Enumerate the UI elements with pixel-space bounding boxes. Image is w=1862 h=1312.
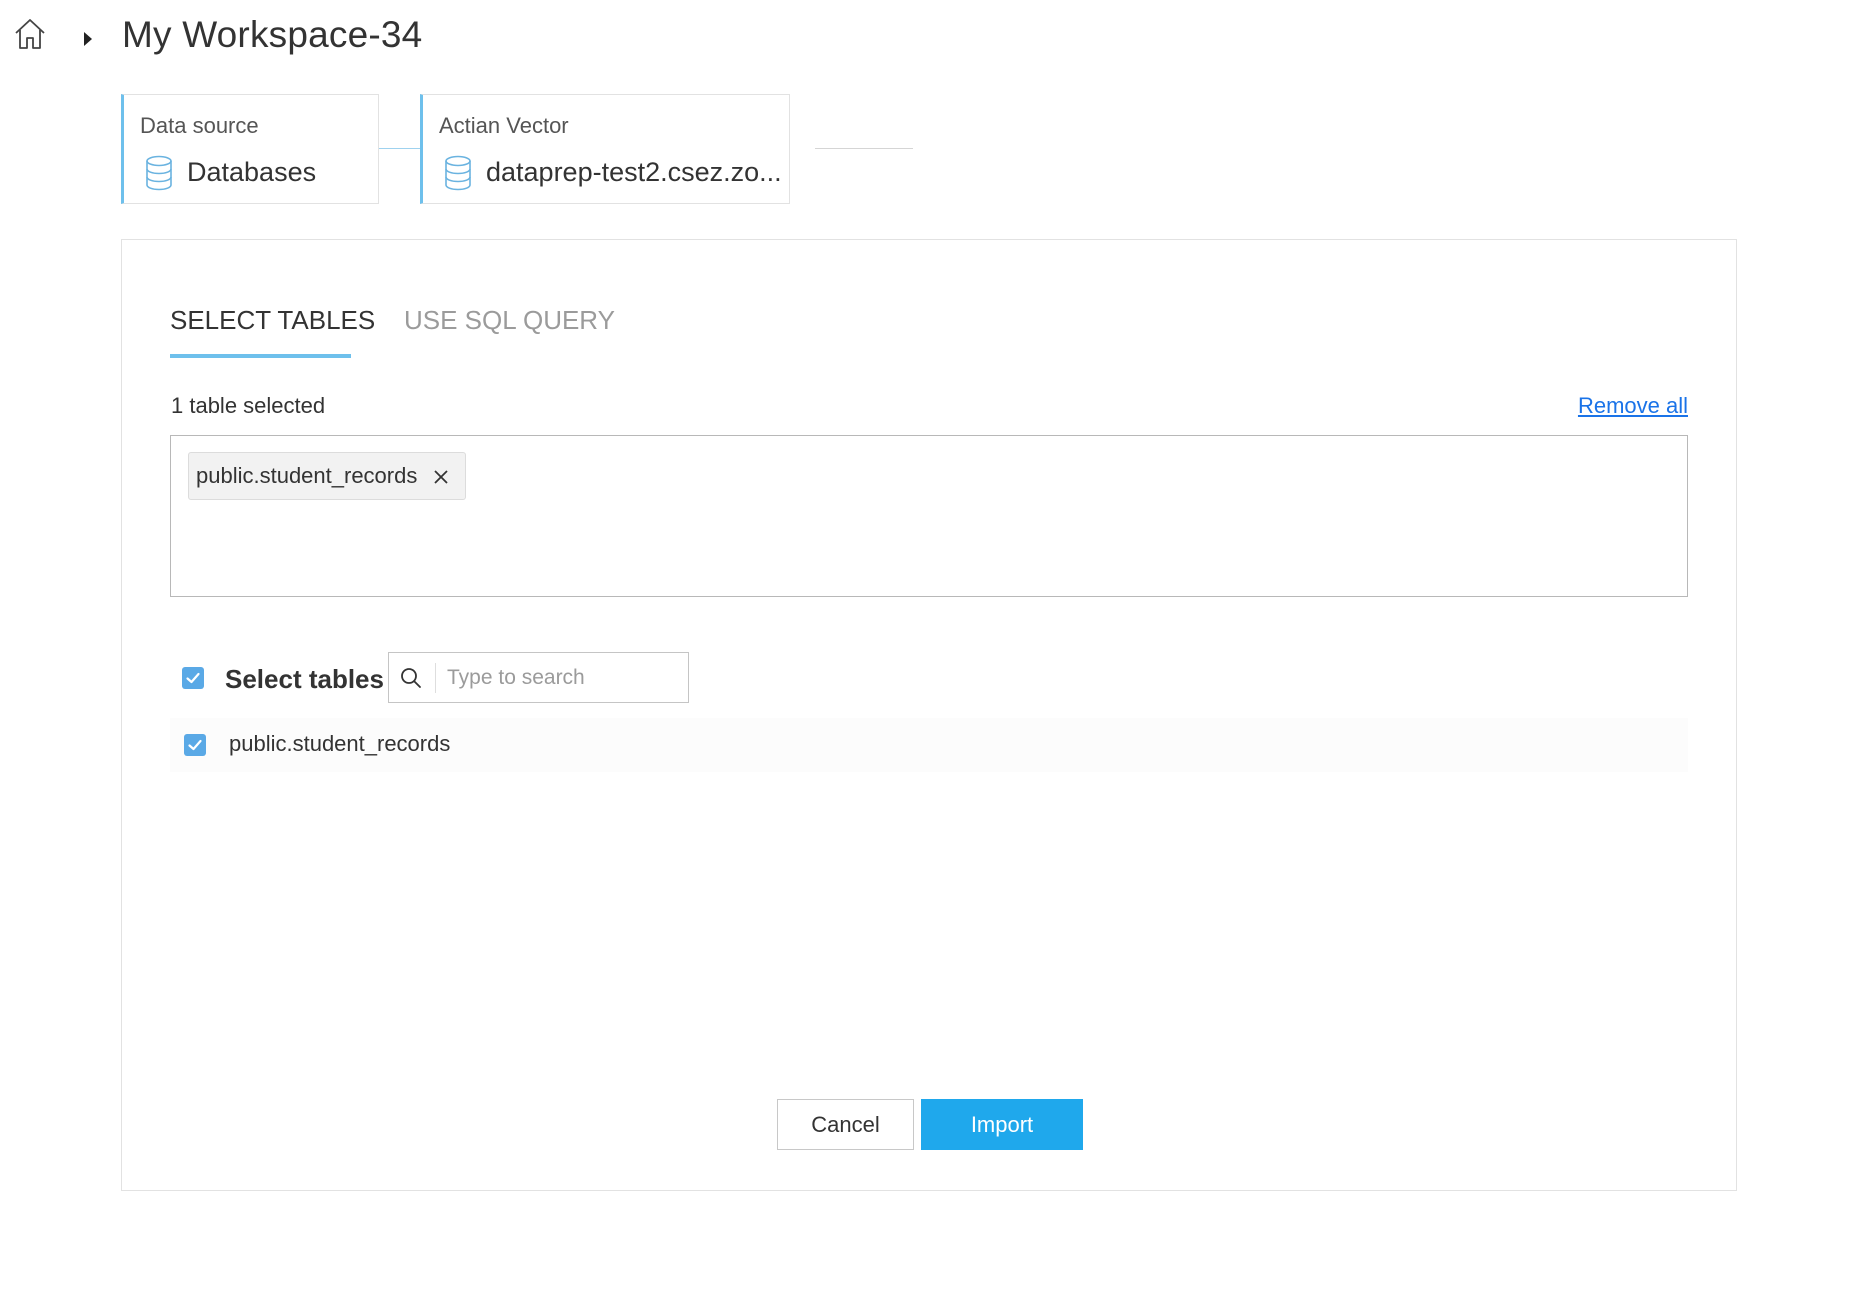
close-icon[interactable] — [431, 467, 451, 487]
database-icon — [444, 155, 472, 191]
search-input[interactable] — [447, 661, 679, 695]
selected-table-chip: public.student_records — [188, 452, 467, 500]
step-card-data-source[interactable]: Data source Databases — [121, 94, 379, 204]
tab-select-tables[interactable]: SELECT TABLES — [170, 305, 375, 336]
step-label: Actian Vector — [439, 113, 569, 138]
step-value: Databases — [187, 157, 317, 187]
cancel-button[interactable]: Cancel — [777, 1099, 914, 1150]
database-icon — [145, 155, 173, 191]
selected-count-text: 1 table selected — [171, 393, 326, 418]
home-icon[interactable] — [13, 17, 47, 51]
table-search-box — [388, 652, 689, 703]
search-divider — [435, 663, 436, 693]
step-connector — [379, 148, 420, 149]
active-tab-indicator — [170, 354, 351, 358]
select-all-checkbox[interactable] — [182, 667, 204, 689]
step-value: dataprep-test2.csez.zo... — [486, 157, 782, 187]
header: My Workspace-34 — [0, 0, 1862, 80]
step-card-connection[interactable]: Actian Vector dataprep-test2.csez.zo... — [420, 94, 790, 204]
chip-label: public.student_records — [196, 463, 418, 488]
import-button[interactable]: Import — [921, 1099, 1083, 1150]
breadcrumb-arrow-icon — [84, 32, 92, 46]
import-panel — [121, 239, 1737, 1191]
tab-use-sql-query[interactable]: USE SQL QUERY — [404, 305, 615, 336]
table-row-label: public.student_records — [229, 731, 451, 756]
page-title: My Workspace-34 — [122, 14, 423, 55]
step-connector-pending — [815, 148, 913, 149]
select-tables-label: Select tables — [225, 664, 384, 694]
table-row-checkbox[interactable] — [184, 734, 206, 756]
step-label: Data source — [140, 113, 259, 138]
search-icon — [399, 666, 423, 690]
remove-all-link[interactable]: Remove all — [1578, 393, 1688, 419]
